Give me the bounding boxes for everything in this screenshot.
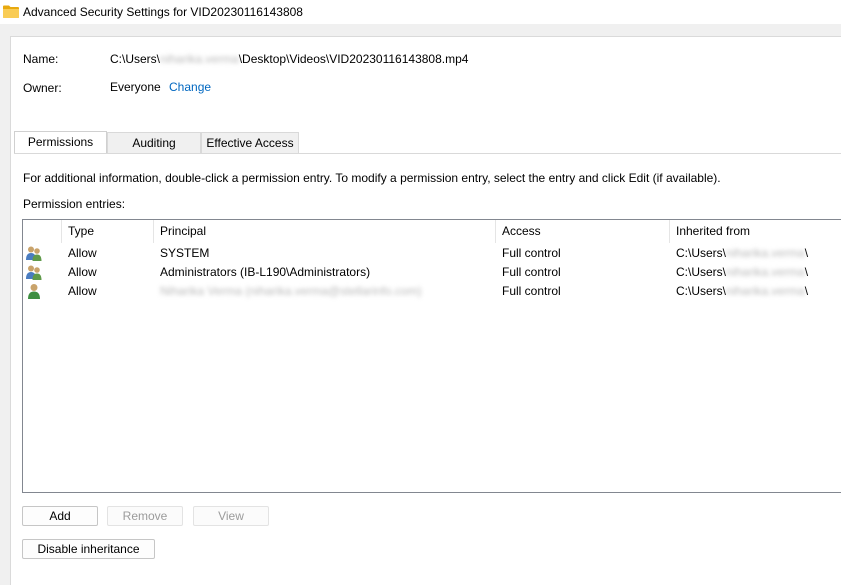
remove-button[interactable]: Remove (107, 506, 183, 526)
view-button[interactable]: View (193, 506, 269, 526)
entry-principal: Administrators (IB-L190\Administrators) (160, 265, 371, 279)
add-button[interactable]: Add (22, 506, 98, 526)
name-value[interactable]: C:\Users\niharika.verma\Desktop\Videos\V… (110, 52, 468, 66)
entry-type: Allow (68, 284, 97, 298)
entry-inherited-from: C:\Users\niharika.verma\ (676, 246, 809, 260)
name-path-suffix: \Desktop\Videos\VID20230116143808.mp4 (238, 52, 469, 66)
name-path-blurred-user: niharika.verma (160, 52, 239, 66)
disable-inheritance-button[interactable]: Disable inheritance (22, 539, 155, 559)
entry-principal: SYSTEM (160, 246, 210, 260)
entry-access: Full control (502, 246, 561, 260)
entry-inherited-from: C:\Users\niharika.verma\ (676, 284, 809, 298)
group-users-icon (26, 265, 42, 280)
tab-auditing[interactable]: Auditing (107, 132, 201, 153)
column-header-access[interactable]: Access (496, 220, 670, 243)
user-icon (28, 284, 40, 299)
entry-principal: Niharika Verma (niharika.verma@stellarin… (160, 284, 422, 298)
tab-permissions[interactable]: Permissions (14, 131, 107, 154)
entry-inherited-from: C:\Users\niharika.verma\ (676, 265, 809, 279)
info-text: For additional information, double-click… (23, 171, 721, 185)
group-users-icon (26, 246, 42, 261)
name-label: Name: (23, 52, 59, 66)
permission-entries-label: Permission entries: (23, 197, 126, 211)
entry-access: Full control (502, 265, 561, 279)
change-owner-link[interactable]: Change (169, 80, 211, 94)
column-header-icon[interactable] (23, 220, 62, 243)
title-bar: Advanced Security Settings for VID202301… (0, 0, 841, 24)
table-row[interactable]: Allow SYSTEM Full control C:\Users\nihar… (23, 244, 841, 263)
permission-entries-list[interactable]: Type Principal Access Inherited from All… (22, 219, 841, 493)
owner-label: Owner: (23, 81, 62, 95)
folder-icon (3, 5, 19, 18)
column-header-principal[interactable]: Principal (154, 220, 496, 243)
column-header-type[interactable]: Type (62, 220, 154, 243)
tab-divider (14, 153, 841, 154)
tab-effective-access[interactable]: Effective Access (201, 132, 299, 153)
column-header-inherited-from[interactable]: Inherited from (670, 220, 841, 243)
entry-type: Allow (68, 246, 97, 260)
entry-access: Full control (502, 284, 561, 298)
window-title: Advanced Security Settings for VID202301… (23, 5, 303, 19)
entry-type: Allow (68, 265, 97, 279)
table-row[interactable]: Allow Administrators (IB-L190\Administra… (23, 263, 841, 282)
name-path-prefix: C:\Users\ (110, 52, 161, 66)
table-row[interactable]: Allow Niharika Verma (niharika.verma@ste… (23, 282, 841, 301)
owner-value: Everyone (110, 80, 161, 94)
